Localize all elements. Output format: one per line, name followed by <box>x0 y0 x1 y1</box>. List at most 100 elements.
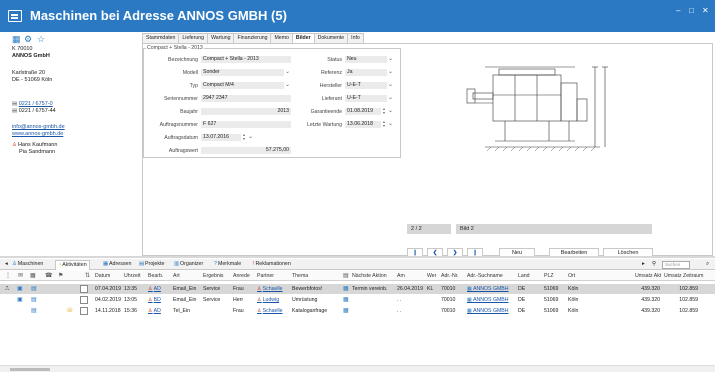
col-ergebnis[interactable]: Ergebnis <box>203 271 223 281</box>
scrollbar-thumb[interactable] <box>10 368 50 371</box>
cell-art: Email_Ein <box>173 297 197 303</box>
field-garantieende[interactable]: 01.08.2019 <box>345 108 381 115</box>
field-bezeichnung[interactable]: Compact + Stella - 2013 <box>201 56 291 63</box>
tab-adressen[interactable]: ▦Adressen <box>101 260 133 270</box>
tab-wartung[interactable]: Wartung <box>207 33 235 43</box>
col-umsatz-akt[interactable]: Umsatz Akt <box>635 271 661 281</box>
email-link[interactable]: info@annos-gmbh.de <box>12 124 65 130</box>
filter-icon[interactable]: ⚲ <box>650 260 658 270</box>
col-datum[interactable]: Datum <box>95 271 110 281</box>
cell-partner[interactable]: ♙Ludwig <box>257 295 291 305</box>
field-referenz[interactable]: Ja <box>345 69 387 76</box>
field-status[interactable]: Neu <box>345 56 387 63</box>
chevron-down-icon[interactable]: ⌄ <box>387 56 394 63</box>
field-seriennummer[interactable]: 2947 2347 <box>201 95 291 102</box>
tab-bilder[interactable]: Bilder <box>291 33 315 43</box>
cell-bearb[interactable]: ♙BD <box>148 295 172 305</box>
col-land[interactable]: Land <box>518 271 530 281</box>
field-hersteller[interactable]: U-E-T <box>345 82 387 89</box>
col-partner[interactable]: Partner <box>257 271 274 281</box>
col-uhrzeit[interactable]: Uhrzeit <box>124 271 140 281</box>
cell-partner[interactable]: ♙Schaelle <box>257 284 291 294</box>
phone-link[interactable]: 0221 / 6757-0 <box>19 101 53 107</box>
col-adr-suchname[interactable]: Adr.-Suchname <box>467 271 503 281</box>
col-plz[interactable]: PLZ <box>544 271 554 281</box>
field-letzte-wartung[interactable]: 13.06.2018 <box>345 121 381 128</box>
tab-merkmale[interactable]: ?Merkmale <box>212 260 243 270</box>
chevron-down-icon[interactable]: ⌄ <box>387 121 394 128</box>
search-options-icon[interactable]: ⌕ <box>704 260 711 270</box>
person-icon: ♙ <box>257 308 262 314</box>
field-auftragswert[interactable]: 57.275,00 <box>201 147 291 154</box>
tab-stammdaten[interactable]: Stammdaten <box>142 33 180 43</box>
settings-icon[interactable]: ⚙ <box>24 34 32 45</box>
row-checkbox[interactable] <box>80 285 88 293</box>
row-checkbox[interactable] <box>80 307 88 315</box>
col-umsatz-zeitraum[interactable]: Umsatz Zeitraum <box>664 271 704 281</box>
field-auftragsdatum[interactable]: 13.07.2016 <box>201 134 241 141</box>
col-anrede[interactable]: Anrede <box>233 271 250 281</box>
col-adr-nr[interactable]: Adr.-Nr. <box>441 271 459 281</box>
tab-info[interactable]: Info <box>347 33 364 43</box>
chevron-down-icon[interactable]: ⌄ <box>387 95 394 102</box>
maximize-button[interactable]: □ <box>689 6 694 15</box>
favorite-star-icon[interactable]: ☆ <box>37 34 45 45</box>
chevron-down-icon[interactable]: ⌄ <box>247 134 254 141</box>
field-lieferant[interactable]: U-E-T <box>345 95 387 102</box>
chevron-down-icon[interactable]: ⌄ <box>387 108 394 115</box>
tab-aktivitaeten[interactable]: ◔Aktivitäten <box>55 260 90 270</box>
contact-name-1[interactable]: Hans Kaufmann <box>18 142 57 148</box>
contact-name-2[interactable]: Pia Sandmann <box>19 149 55 155</box>
search-input[interactable]: Suchen <box>662 261 690 269</box>
chevron-down-icon[interactable]: ⌄ <box>284 69 291 76</box>
tab-finanzierung[interactable]: Finanzierung <box>233 33 272 43</box>
field-typ[interactable]: Compact M/4 <box>201 82 284 89</box>
table-row[interactable]: ▤ ☏ 14.11.2018 15:36 ♙AD Tel_Ein Frau ♙S… <box>0 306 715 316</box>
address-book-icon[interactable]: ▦ <box>12 34 21 45</box>
close-button[interactable]: ✕ <box>702 6 709 15</box>
cell-adr-suchname[interactable]: ▦ ANNOS GMBH <box>467 284 517 294</box>
col-am[interactable]: Am <box>397 271 405 281</box>
website-link[interactable]: www.annos-gmbh.de <box>12 131 63 137</box>
label-lieferant: Lieferant <box>321 96 342 102</box>
col-art[interactable]: Art <box>173 271 180 281</box>
activity-icon: ◔ <box>58 262 62 268</box>
col-ort[interactable]: Ort <box>568 271 575 281</box>
field-auftragsnummer[interactable]: F 627 <box>201 121 291 128</box>
tab-memo[interactable]: Memo <box>270 33 293 43</box>
chevron-down-icon[interactable]: ⌄ <box>284 82 291 89</box>
tab-lieferung[interactable]: Lieferung <box>178 33 209 43</box>
chevron-down-icon[interactable]: ⌄ <box>387 82 394 89</box>
minimize-button[interactable]: – <box>676 6 680 15</box>
table-row[interactable]: ▣ ▤ 04.02.2019 13:05 ♙BD Email_Ein Servi… <box>0 295 715 305</box>
col-thema[interactable]: Thema <box>292 271 308 281</box>
field-baujahr[interactable]: 2013 <box>201 108 291 115</box>
tab-scroll-right-icon[interactable]: ▸ <box>640 260 647 270</box>
col-naechste-aktion[interactable]: Nächste Aktion <box>352 271 387 281</box>
tab-organizer[interactable]: ▥Organizer <box>172 260 205 270</box>
horizontal-scrollbar[interactable] <box>0 365 715 372</box>
splitter[interactable] <box>0 256 715 258</box>
cell-adr-suchname[interactable]: ▦ ANNOS GMBH <box>467 306 517 316</box>
row-checkbox[interactable] <box>80 296 88 304</box>
col-wer[interactable]: Wer <box>427 271 436 281</box>
cell-bearb[interactable]: ♙AD <box>148 284 172 294</box>
tab-dokumente[interactable]: Dokumente <box>313 33 349 43</box>
col-bearb[interactable]: Bearb. <box>148 271 163 281</box>
tab-projekte[interactable]: ▤Projekte <box>137 260 166 270</box>
table-row[interactable]: ⎍ ▣ ▤ 07.04.2019 13:35 ♙AD Email_Ein Ser… <box>0 284 715 294</box>
cell-bearb[interactable]: ♙AD <box>148 306 172 316</box>
field-modell[interactable]: Sonder <box>201 69 284 76</box>
tab-maschinen[interactable]: ♙Maschinen <box>10 260 45 270</box>
label-typ: Typ <box>189 83 198 89</box>
cell-uhrzeit: 13:35 <box>124 286 137 292</box>
cell-partner[interactable]: ♙Schaelle <box>257 306 291 316</box>
phone-icon: ☎ <box>45 273 53 279</box>
tab-reklamationen[interactable]: !Reklamationen <box>251 260 293 270</box>
sort-icon[interactable]: ⇅ <box>85 271 90 281</box>
cell-art: Email_Ein <box>173 286 197 292</box>
tab-scroll-left-icon[interactable]: ◂ <box>3 260 10 270</box>
chevron-down-icon[interactable]: ⌄ <box>387 69 394 76</box>
label-status: Status <box>327 57 342 63</box>
cell-adr-suchname[interactable]: ▦ ANNOS GMBH <box>467 295 517 305</box>
